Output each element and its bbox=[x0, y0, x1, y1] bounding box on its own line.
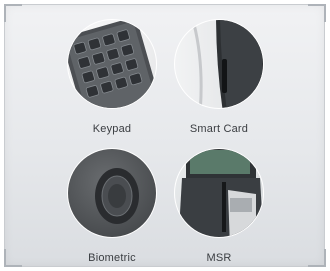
option-label: Biometric bbox=[88, 252, 136, 264]
smart-card-reader-icon bbox=[174, 19, 264, 109]
keypad-icon bbox=[67, 19, 157, 109]
option-msr: MSR bbox=[164, 138, 274, 264]
corner-bracket bbox=[308, 4, 326, 22]
option-biometric: Biometric bbox=[57, 138, 167, 264]
option-label: Smart Card bbox=[189, 123, 249, 135]
option-label: MSR bbox=[206, 252, 232, 264]
option-smart-card: Smart Card bbox=[164, 9, 274, 135]
option-label: Keypad bbox=[92, 123, 132, 135]
corner-bracket bbox=[308, 249, 326, 267]
fingerprint-sensor-icon bbox=[67, 148, 157, 238]
corner-bracket bbox=[4, 4, 22, 22]
corner-bracket bbox=[4, 249, 22, 267]
magnetic-stripe-reader-icon bbox=[174, 148, 264, 238]
option-keypad: Keypad bbox=[57, 9, 167, 135]
